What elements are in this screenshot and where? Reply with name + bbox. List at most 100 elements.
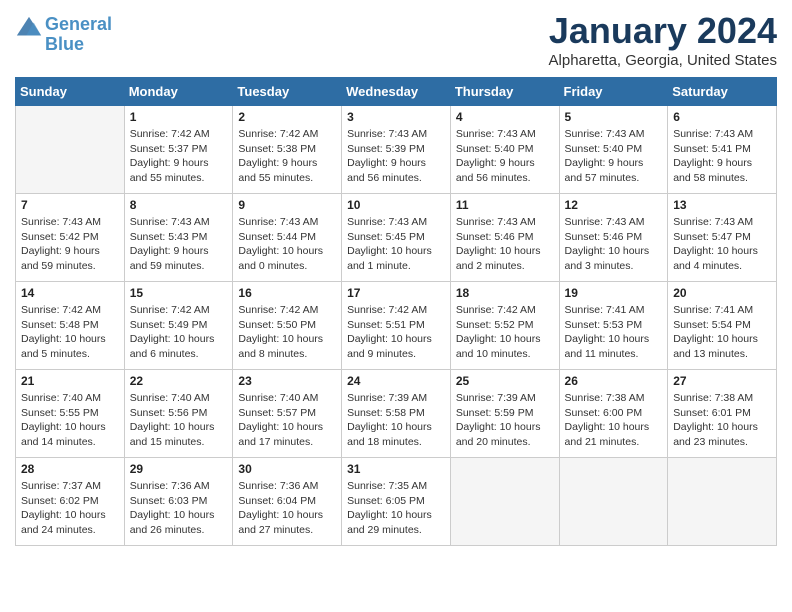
- day-number: 8: [130, 198, 228, 212]
- calendar-cell: 26 Sunrise: 7:38 AMSunset: 6:00 PMDayligh…: [559, 370, 668, 458]
- day-info: Sunrise: 7:37 AMSunset: 6:02 PMDaylight:…: [21, 479, 119, 538]
- weekday-header-tuesday: Tuesday: [233, 78, 342, 106]
- day-info: Sunrise: 7:40 AMSunset: 5:55 PMDaylight:…: [21, 391, 119, 450]
- day-info: Sunrise: 7:43 AMSunset: 5:39 PMDaylight:…: [347, 127, 445, 186]
- weekday-header-saturday: Saturday: [668, 78, 777, 106]
- calendar-cell: [668, 458, 777, 546]
- calendar-cell: 6 Sunrise: 7:43 AMSunset: 5:41 PMDaylight…: [668, 106, 777, 194]
- day-number: 29: [130, 462, 228, 476]
- day-number: 18: [456, 286, 554, 300]
- calendar-cell: 25 Sunrise: 7:39 AMSunset: 5:59 PMDayligh…: [450, 370, 559, 458]
- calendar-cell: [559, 458, 668, 546]
- calendar-cell: 31Sunrise: 7:35 AMSunset: 6:05 PMDayligh…: [342, 458, 451, 546]
- calendar-cell: 22 Sunrise: 7:40 AMSunset: 5:56 PMDayligh…: [124, 370, 233, 458]
- day-info: Sunrise: 7:43 AMSunset: 5:43 PMDaylight:…: [130, 215, 228, 274]
- location: Alpharetta, Georgia, United States: [549, 52, 777, 69]
- day-info: Sunrise: 7:43 AMSunset: 5:46 PMDaylight:…: [565, 215, 663, 274]
- day-number: 15: [130, 286, 228, 300]
- logo: General Blue: [15, 15, 112, 55]
- calendar-cell: 5 Sunrise: 7:43 AMSunset: 5:40 PMDaylight…: [559, 106, 668, 194]
- day-info: Sunrise: 7:35 AMSunset: 6:05 PMDaylight:…: [347, 479, 445, 538]
- calendar-cell: 4 Sunrise: 7:43 AMSunset: 5:40 PMDaylight…: [450, 106, 559, 194]
- day-number: 1: [130, 110, 228, 124]
- calendar-cell: 9 Sunrise: 7:43 AMSunset: 5:44 PMDaylight…: [233, 194, 342, 282]
- day-number: 16: [238, 286, 336, 300]
- day-info: Sunrise: 7:40 AMSunset: 5:57 PMDaylight:…: [238, 391, 336, 450]
- day-number: 10: [347, 198, 445, 212]
- day-number: 2: [238, 110, 336, 124]
- day-number: 6: [673, 110, 771, 124]
- calendar-cell: 16 Sunrise: 7:42 AMSunset: 5:50 PMDayligh…: [233, 282, 342, 370]
- day-info: Sunrise: 7:38 AMSunset: 6:01 PMDaylight:…: [673, 391, 771, 450]
- day-info: Sunrise: 7:40 AMSunset: 5:56 PMDaylight:…: [130, 391, 228, 450]
- calendar-cell: 29 Sunrise: 7:36 AMSunset: 6:03 PMDayligh…: [124, 458, 233, 546]
- day-number: 24: [347, 374, 445, 388]
- calendar-cell: 20 Sunrise: 7:41 AMSunset: 5:54 PMDayligh…: [668, 282, 777, 370]
- day-info: Sunrise: 7:43 AMSunset: 5:44 PMDaylight:…: [238, 215, 336, 274]
- day-info: Sunrise: 7:42 AMSunset: 5:49 PMDaylight:…: [130, 303, 228, 362]
- calendar-cell: 15 Sunrise: 7:42 AMSunset: 5:49 PMDayligh…: [124, 282, 233, 370]
- calendar-cell: 3 Sunrise: 7:43 AMSunset: 5:39 PMDaylight…: [342, 106, 451, 194]
- day-number: 22: [130, 374, 228, 388]
- day-number: 26: [565, 374, 663, 388]
- day-number: 20: [673, 286, 771, 300]
- day-info: Sunrise: 7:43 AMSunset: 5:45 PMDaylight:…: [347, 215, 445, 274]
- day-info: Sunrise: 7:42 AMSunset: 5:48 PMDaylight:…: [21, 303, 119, 362]
- day-info: Sunrise: 7:42 AMSunset: 5:38 PMDaylight:…: [238, 127, 336, 186]
- weekday-header-sunday: Sunday: [16, 78, 125, 106]
- day-info: Sunrise: 7:39 AMSunset: 5:59 PMDaylight:…: [456, 391, 554, 450]
- week-row-1: 1 Sunrise: 7:42 AMSunset: 5:37 PMDaylight…: [16, 106, 777, 194]
- day-info: Sunrise: 7:43 AMSunset: 5:46 PMDaylight:…: [456, 215, 554, 274]
- calendar-cell: 1 Sunrise: 7:42 AMSunset: 5:37 PMDaylight…: [124, 106, 233, 194]
- week-row-3: 14Sunrise: 7:42 AMSunset: 5:48 PMDayligh…: [16, 282, 777, 370]
- day-number: 12: [565, 198, 663, 212]
- calendar-body: 1 Sunrise: 7:42 AMSunset: 5:37 PMDaylight…: [16, 106, 777, 546]
- calendar-cell: 10 Sunrise: 7:43 AMSunset: 5:45 PMDayligh…: [342, 194, 451, 282]
- weekday-header-wednesday: Wednesday: [342, 78, 451, 106]
- calendar-cell: 7 Sunrise: 7:43 AMSunset: 5:42 PMDaylight…: [16, 194, 125, 282]
- day-info: Sunrise: 7:42 AMSunset: 5:50 PMDaylight:…: [238, 303, 336, 362]
- day-info: Sunrise: 7:43 AMSunset: 5:40 PMDaylight:…: [456, 127, 554, 186]
- week-row-5: 28 Sunrise: 7:37 AMSunset: 6:02 PMDayligh…: [16, 458, 777, 546]
- week-row-2: 7 Sunrise: 7:43 AMSunset: 5:42 PMDaylight…: [16, 194, 777, 282]
- calendar-cell: 14Sunrise: 7:42 AMSunset: 5:48 PMDayligh…: [16, 282, 125, 370]
- day-info: Sunrise: 7:38 AMSunset: 6:00 PMDaylight:…: [565, 391, 663, 450]
- day-number: 25: [456, 374, 554, 388]
- month-title: January 2024: [549, 10, 777, 52]
- weekday-header-row: SundayMondayTuesdayWednesdayThursdayFrid…: [16, 78, 777, 106]
- day-number: 7: [21, 198, 119, 212]
- day-number: 11: [456, 198, 554, 212]
- calendar-cell: 8 Sunrise: 7:43 AMSunset: 5:43 PMDaylight…: [124, 194, 233, 282]
- day-number: 30: [238, 462, 336, 476]
- calendar-cell: 12 Sunrise: 7:43 AMSunset: 5:46 PMDayligh…: [559, 194, 668, 282]
- calendar-cell: 18Sunrise: 7:42 AMSunset: 5:52 PMDayligh…: [450, 282, 559, 370]
- logo-icon: [15, 15, 43, 43]
- day-number: 23: [238, 374, 336, 388]
- day-number: 28: [21, 462, 119, 476]
- day-number: 9: [238, 198, 336, 212]
- day-number: 27: [673, 374, 771, 388]
- day-info: Sunrise: 7:43 AMSunset: 5:40 PMDaylight:…: [565, 127, 663, 186]
- calendar: SundayMondayTuesdayWednesdayThursdayFrid…: [15, 77, 777, 546]
- day-number: 13: [673, 198, 771, 212]
- day-info: Sunrise: 7:43 AMSunset: 5:41 PMDaylight:…: [673, 127, 771, 186]
- calendar-cell: [450, 458, 559, 546]
- calendar-cell: [16, 106, 125, 194]
- day-number: 19: [565, 286, 663, 300]
- calendar-cell: 30 Sunrise: 7:36 AMSunset: 6:04 PMDayligh…: [233, 458, 342, 546]
- calendar-cell: 19 Sunrise: 7:41 AMSunset: 5:53 PMDayligh…: [559, 282, 668, 370]
- calendar-cell: 27 Sunrise: 7:38 AMSunset: 6:01 PMDayligh…: [668, 370, 777, 458]
- calendar-cell: 17Sunrise: 7:42 AMSunset: 5:51 PMDayligh…: [342, 282, 451, 370]
- day-info: Sunrise: 7:36 AMSunset: 6:03 PMDaylight:…: [130, 479, 228, 538]
- day-number: 17: [347, 286, 445, 300]
- day-info: Sunrise: 7:42 AMSunset: 5:37 PMDaylight:…: [130, 127, 228, 186]
- day-info: Sunrise: 7:41 AMSunset: 5:53 PMDaylight:…: [565, 303, 663, 362]
- calendar-cell: 2 Sunrise: 7:42 AMSunset: 5:38 PMDaylight…: [233, 106, 342, 194]
- day-number: 3: [347, 110, 445, 124]
- day-info: Sunrise: 7:41 AMSunset: 5:54 PMDaylight:…: [673, 303, 771, 362]
- calendar-cell: 21Sunrise: 7:40 AMSunset: 5:55 PMDayligh…: [16, 370, 125, 458]
- day-number: 5: [565, 110, 663, 124]
- day-number: 4: [456, 110, 554, 124]
- day-info: Sunrise: 7:36 AMSunset: 6:04 PMDaylight:…: [238, 479, 336, 538]
- day-info: Sunrise: 7:43 AMSunset: 5:42 PMDaylight:…: [21, 215, 119, 274]
